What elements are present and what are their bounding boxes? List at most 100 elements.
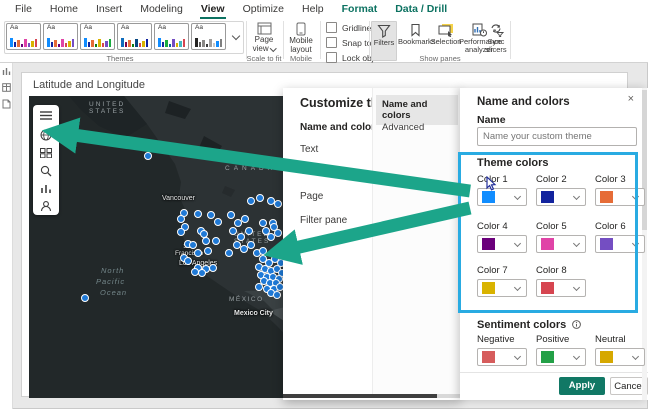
theme-color-4-dropdown[interactable] xyxy=(477,235,527,253)
map-data-point[interactable] xyxy=(274,200,282,208)
sync-slicers-icon xyxy=(489,23,504,37)
dialog-nav-page[interactable]: Page xyxy=(300,191,323,202)
grid-squares-icon[interactable] xyxy=(40,148,52,158)
data-view-icon[interactable] xyxy=(2,83,11,92)
bar-chart-icon[interactable] xyxy=(40,184,52,194)
menu-icon[interactable] xyxy=(40,111,52,120)
theme-name-input[interactable] xyxy=(477,127,637,146)
themes-gallery: AaAaAaAaAaAa xyxy=(6,23,226,50)
page-view-caret-icon xyxy=(270,45,276,51)
map-data-point[interactable] xyxy=(144,152,152,160)
sentiment-positive-dropdown[interactable] xyxy=(536,348,586,366)
map-data-point[interactable] xyxy=(189,241,197,249)
map-data-point[interactable] xyxy=(256,194,264,202)
theme-thumbnail-text: Aa xyxy=(158,24,166,31)
dialog-horizontal-scrollbar[interactable] xyxy=(283,394,460,398)
map-data-point[interactable] xyxy=(247,241,255,249)
map-data-point[interactable] xyxy=(198,269,206,277)
page-view-label-2: view xyxy=(253,44,269,53)
map-data-point[interactable] xyxy=(202,237,210,245)
map-data-point[interactable] xyxy=(259,219,267,227)
theme-color-5-swatch xyxy=(541,238,554,250)
dialog-nav-visuals[interactable]: Visuals xyxy=(300,166,332,177)
theme-color-7-dropdown[interactable] xyxy=(477,279,527,297)
scrollbar-thumb[interactable] xyxy=(283,394,437,398)
person-icon[interactable] xyxy=(40,200,52,212)
map-data-point[interactable] xyxy=(241,215,249,223)
dialog-nav-name-and-colors[interactable]: Name and colors xyxy=(300,122,381,133)
map-data-point[interactable] xyxy=(225,249,233,257)
theme-thumbnail-2[interactable]: Aa xyxy=(43,23,78,50)
menu-optimize[interactable]: Optimize xyxy=(234,0,293,19)
theme-color-2-dropdown[interactable] xyxy=(536,188,586,206)
dialog-subnav-advanced[interactable]: Advanced xyxy=(376,118,458,137)
menu-view[interactable]: View xyxy=(192,0,234,19)
scrollbar-thumb[interactable] xyxy=(642,90,647,230)
menu-format[interactable]: Format xyxy=(333,0,387,19)
map-data-point[interactable] xyxy=(247,197,255,205)
sentiment-positive-swatch xyxy=(541,351,554,363)
map-data-point[interactable] xyxy=(274,229,282,237)
visual-title: Latitude and Longitude xyxy=(33,79,145,91)
search-icon[interactable] xyxy=(40,165,52,177)
sentiment-positive-label: Positive xyxy=(536,334,591,345)
map-data-point[interactable] xyxy=(212,237,220,245)
filters-button[interactable]: Filters xyxy=(371,21,397,61)
sync-slicers-button[interactable]: Sync slicers xyxy=(483,21,509,61)
menu-data-drill[interactable]: Data / Drill xyxy=(386,0,456,19)
map-data-point[interactable] xyxy=(184,257,192,265)
map-data-point[interactable] xyxy=(229,227,237,235)
map-data-point[interactable] xyxy=(177,228,185,236)
theme-color-1-label: Color 1 xyxy=(477,174,532,185)
map-data-point[interactable] xyxy=(273,291,281,299)
close-icon[interactable]: × xyxy=(628,93,634,105)
sentiment-neutral-dropdown[interactable] xyxy=(595,348,645,366)
model-view-icon[interactable] xyxy=(2,99,11,109)
map-data-point[interactable] xyxy=(177,215,185,223)
dialog-nav-filter-pane[interactable]: Filter pane xyxy=(300,215,347,226)
chevron-down-icon xyxy=(573,284,580,291)
menu-modeling[interactable]: Modeling xyxy=(131,0,192,19)
map-data-point[interactable] xyxy=(237,233,245,241)
map-data-point[interactable] xyxy=(194,249,202,257)
report-view-icon[interactable] xyxy=(2,67,11,76)
menu-insert[interactable]: Insert xyxy=(87,0,131,19)
map-data-point[interactable] xyxy=(214,218,222,226)
menu-home[interactable]: Home xyxy=(41,0,87,19)
theme-thumbnail-4[interactable]: Aa xyxy=(117,23,152,50)
map-data-point[interactable] xyxy=(209,264,217,272)
map-data-point[interactable] xyxy=(207,211,215,219)
theme-thumbnail-6[interactable]: Aa xyxy=(191,23,226,50)
map-data-point[interactable] xyxy=(204,247,212,255)
theme-thumbnail-3[interactable]: Aa xyxy=(80,23,115,50)
apply-button[interactable]: Apply xyxy=(559,377,605,395)
theme-thumbnail-5[interactable]: Aa xyxy=(154,23,189,50)
theme-thumbnail-1[interactable]: Aa xyxy=(6,23,41,50)
map-data-point[interactable] xyxy=(227,211,235,219)
sentiment-negative-dropdown[interactable] xyxy=(477,348,527,366)
theme-color-5-dropdown[interactable] xyxy=(536,235,586,253)
theme-color-3-dropdown[interactable] xyxy=(595,188,645,206)
chevron-down-icon xyxy=(632,193,639,200)
theme-color-1-dropdown[interactable] xyxy=(477,188,527,206)
mobile-layout-button[interactable]: Mobile layout xyxy=(285,21,317,54)
theme-color-6-dropdown[interactable] xyxy=(595,235,645,253)
theme-color-1: Color 1 xyxy=(477,174,532,206)
page-view-button[interactable]: Page view xyxy=(248,21,280,53)
map-data-point[interactable] xyxy=(81,294,89,302)
bookmarks-label: Bookmarks xyxy=(398,38,432,46)
selection-label: Selection xyxy=(430,38,462,46)
globe-icon[interactable] xyxy=(40,129,52,141)
map-data-point[interactable] xyxy=(259,247,267,255)
dialog-nav-text[interactable]: Text xyxy=(300,144,318,155)
theme-color-8-dropdown[interactable] xyxy=(536,279,586,297)
map-data-point[interactable] xyxy=(194,210,202,218)
menu-help[interactable]: Help xyxy=(293,0,333,19)
map-data-point[interactable] xyxy=(191,268,199,276)
name-field-label: Name xyxy=(477,114,506,126)
menu-file[interactable]: File xyxy=(6,0,41,19)
theme-thumbnail-bars xyxy=(121,35,148,47)
map-data-point[interactable] xyxy=(255,283,263,291)
theme-color-3-swatch xyxy=(600,191,613,203)
map-data-point[interactable] xyxy=(245,227,253,235)
